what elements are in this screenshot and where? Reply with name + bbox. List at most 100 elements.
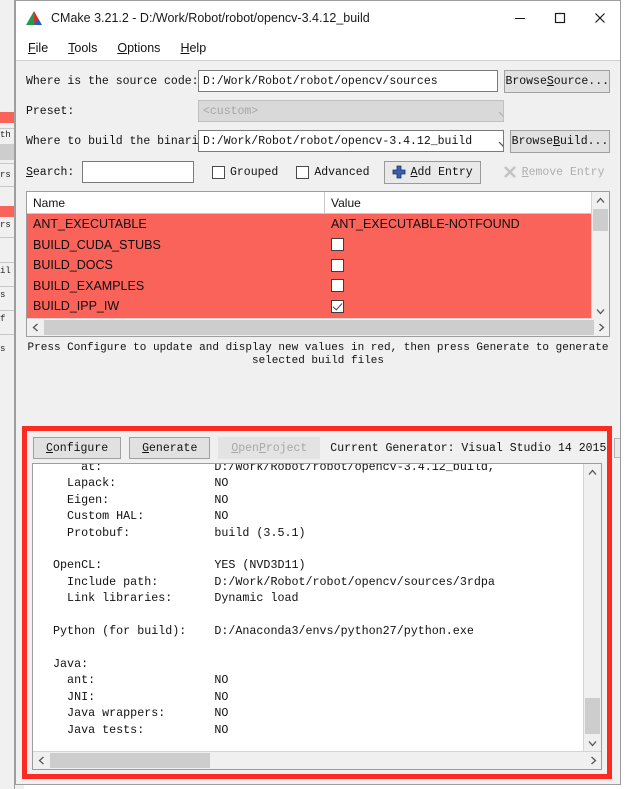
cache-entry-name: BUILD_DOCS [33,258,113,273]
scroll-right-icon[interactable] [592,319,609,336]
preset-row: Preset: <custom> x [26,99,610,123]
scroll-up-icon[interactable] [592,192,609,209]
menu-item-help[interactable]: Help [180,41,206,55]
search-row: Search: Grouped Advanced Add Entry Remov… [26,159,613,185]
maximize-icon [554,12,566,24]
close-icon [595,13,605,23]
column-header-name[interactable]: Name [27,192,325,213]
log-body[interactable]: at: D:/Work/Robot/robot/opencv-3.4.12_bu… [33,464,601,751]
advanced-checkbox-wrap[interactable]: Advanced [296,165,370,179]
source-path-input[interactable]: D:/Work/Robot/robot/opencv/sources [198,70,499,92]
scroll-right-icon[interactable] [584,752,601,769]
configure-button[interactable]: Configure [33,437,122,459]
cache-value-checkbox[interactable] [331,238,344,252]
scroll-down-icon[interactable] [592,302,609,319]
title-bar[interactable]: CMake 3.21.2 - D:/Work/Robot/robot/openc… [16,1,620,35]
remove-entry-button[interactable]: Remove Entry [494,160,613,184]
cache-entry-value[interactable]: ANT_EXECUTABLE-NOTFOUND [325,217,609,231]
cache-entry-value[interactable] [325,279,609,293]
h-scroll-track[interactable] [44,319,594,336]
binaries-row: Where to build the binaries: D:/Work/Rob… [26,129,610,153]
browse-source-button[interactable]: Browse Source... [504,69,610,93]
grouped-checkbox-wrap[interactable]: Grouped [212,165,279,179]
table-vertical-scrollbar[interactable] [591,192,609,319]
background-red-strip [0,112,14,123]
plus-icon [392,165,406,179]
scroll-left-icon[interactable] [27,319,44,336]
background-red-strip [0,206,14,217]
h-scroll-thumb[interactable] [44,320,594,335]
cache-entry-name: BUILD_CUDA_STUBS [33,237,161,252]
scroll-up-icon[interactable] [584,464,601,481]
menu-options-rest: ptions [127,40,161,55]
menu-item-tools[interactable]: Tools [68,41,97,55]
table-row[interactable]: BUILD_IPP_IW [27,296,609,317]
log-vertical-scrollbar[interactable] [583,464,601,751]
cache-entries-table: Name Value ANT_EXECUTABLE ANT_EXECUTABLE-… [26,191,610,337]
current-generator-label: Current Generator: Visual Studio 14 2015 [330,441,607,455]
grouped-checkbox[interactable] [212,165,225,179]
cache-entry-value[interactable] [325,299,609,313]
open-project-button[interactable]: Open Project [218,437,321,459]
log-output-panel: at: D:/Work/Robot/robot/opencv-3.4.12_bu… [32,463,602,770]
log-text: at: D:/Work/Robot/robot/opencv-3.4.12_bu… [53,464,495,737]
cmake-logo-icon [25,10,43,26]
generator-extra-field[interactable] [614,438,620,458]
table-row[interactable]: BUILD_DOCS [27,255,609,276]
table-row[interactable]: ANT_EXECUTABLE ANT_EXECUTABLE-NOTFOUND [27,214,609,235]
table-row[interactable]: BUILD_CUDA_STUBS [27,234,609,255]
preset-select[interactable]: <custom> [198,100,504,122]
scroll-down-icon[interactable] [584,734,601,751]
maximize-button[interactable] [540,1,580,35]
close-button[interactable] [580,1,620,35]
menu-item-options[interactable]: Options [117,41,160,55]
table-horizontal-scrollbar[interactable] [27,318,609,336]
menu-bar: File Tools Options Help [16,35,620,60]
minimize-icon [515,18,525,19]
browse-build-button[interactable]: Browse Build... [510,129,610,153]
minimize-button[interactable] [500,1,540,35]
menu-item-file[interactable]: File [28,41,48,55]
menu-help-rest: elp [189,40,207,55]
cache-entry-value[interactable] [325,258,609,272]
window-title: CMake 3.21.2 - D:/Work/Robot/robot/openc… [51,11,370,25]
binaries-path-value: D:/Work/Robot/robot/opencv-3.4.12_build [203,134,473,148]
v-scroll-track[interactable] [592,209,609,302]
menu-file-rest: ile [35,40,49,55]
binaries-path-select[interactable]: D:/Work/Robot/robot/opencv-3.4.12_build [198,130,504,152]
grouped-label: Grouped [230,165,279,179]
advanced-label: Advanced [314,165,370,179]
cache-entry-name: ANT_EXECUTABLE [33,217,147,232]
add-entry-button[interactable]: Add Entry [383,160,481,184]
source-row: Where is the source code: D:/Work/Robot/… [26,69,610,93]
h-scroll-track[interactable] [50,752,584,769]
client-area: Where is the source code: D:/Work/Robot/… [16,60,620,784]
preset-value: <custom> [203,104,259,118]
menu-tools-rest: ools [74,40,98,55]
cache-entry-value[interactable] [325,238,609,252]
table-header: Name Value [27,192,609,214]
cache-value-checkbox[interactable] [331,258,344,272]
cache-value-checkbox[interactable] [331,299,344,313]
status-message: Press Configure to update and display ne… [27,342,609,367]
v-scroll-thumb[interactable] [585,698,600,734]
scroll-left-icon[interactable] [33,752,50,769]
v-scroll-track[interactable] [584,481,601,734]
red-highlight-frame: Configure Generate Open Project Current … [22,426,620,779]
search-label: Search: [26,165,75,179]
column-header-value[interactable]: Value [325,192,609,213]
h-scroll-thumb[interactable] [50,753,210,768]
cache-value-checkbox[interactable] [331,279,344,293]
log-horizontal-scrollbar[interactable] [33,751,601,769]
table-row[interactable]: BUILD_EXAMPLES [27,275,609,296]
add-entry-label: Add Entry [410,165,473,179]
cache-entry-name: BUILD_IPP_IW [33,299,120,314]
advanced-checkbox[interactable] [296,165,310,179]
v-scroll-thumb[interactable] [593,209,608,231]
generate-button[interactable]: Generate [129,437,211,459]
form-area: Where is the source code: D:/Work/Robot/… [16,61,620,185]
source-path-value: D:/Work/Robot/robot/opencv/sources [203,74,438,88]
cache-entry-name: BUILD_EXAMPLES [33,278,145,293]
search-input[interactable] [82,161,194,183]
background-grey-strip [0,144,14,160]
